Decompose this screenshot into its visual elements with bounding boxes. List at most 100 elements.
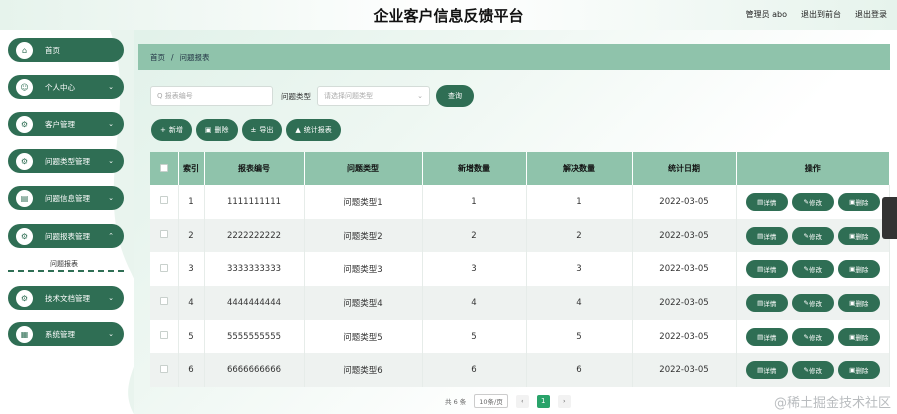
detail-label: 详情 [763,367,777,376]
logout-link[interactable]: 退出登录 [855,9,887,20]
prev-page-button[interactable]: ‹ [515,394,529,408]
sidebar-item-label: 问题类型管理 [45,156,90,166]
watermark: @稀土掘金技术社区 [773,396,891,411]
add-button[interactable]: + 新增 [153,121,190,139]
sidebar-item-4[interactable]: ▤ 问题信息管理 ⌄ [8,186,124,210]
search-row: Q 报表编号 问题类型 请选择问题类型 ⌄ 查询 [150,86,472,106]
delete-label: 删除 [855,198,869,207]
sidebar: ⌂ 首页 ☺ 个人中心 ⌄ ⚙ 客户管理 ⌄ ⚙ 问题类型管理 ⌄ ▤ 问题信息管理 ⌄ ⚙ 问题报表管理 ⌃ ⚙… [0,30,134,414]
sidebar-item-5[interactable]: ⚙ 问题报表管理 ⌃ [8,224,124,248]
action-label: 统计报表 [303,126,332,134]
delete-row-button[interactable]: ▣ 删除 [839,363,878,378]
cell-problem-type: 问题类型4 [304,286,423,320]
cell-problem-type: 问题类型6 [304,353,423,388]
delete-row-button[interactable]: ▣ 删除 [839,262,878,277]
select-all-header [150,152,179,185]
back-to-front-link[interactable]: 退出到前台 [801,9,841,20]
detail-button[interactable]: ▤ 详情 [747,295,786,310]
action-icon: + [160,126,166,134]
table-row: 3 3333333333 问题类型3 3 3 2022-03-05 ▤ 详情 ✎ 修改 ▣ 删除 [150,252,890,287]
cell-stat-date: 2022-03-05 [632,319,737,354]
page-size-select[interactable]: 10条/页 [474,394,508,408]
cell-stat-date: 2022-03-05 [632,185,737,219]
statistics-report-button[interactable]: ▲ 统计报表 [288,121,339,139]
admin-user-link[interactable]: 管理员 abo [746,9,787,20]
cell-added-count: 2 [422,218,527,253]
row-checkbox[interactable] [159,331,168,340]
row-checkbox[interactable] [159,196,168,205]
edit-button[interactable]: ✎ 修改 [793,194,832,209]
cell-solved-count: 4 [526,286,633,320]
sidebar-item-7[interactable]: ▦ 系统管理 ⌄ [8,322,124,346]
table-row: 1 1111111111 问题类型1 1 1 2022-03-05 ▤ 详情 ✎ 修改 ▣ 删除 [150,185,890,219]
chevron-icon: ⌄ [108,120,114,128]
row-checkbox[interactable] [159,297,168,306]
detail-button[interactable]: ▤ 详情 [747,329,786,344]
report-code-search-input[interactable]: Q 报表编号 [150,86,273,106]
edit-label: 修改 [808,232,822,241]
cell-operations: ▤ 详情 ✎ 修改 ▣ 删除 [736,218,890,253]
cell-index: 1 [178,185,205,219]
action-icon: ± [250,126,257,134]
cell-solved-count: 2 [526,218,633,253]
home-icon: ⌂ [16,41,33,59]
delete-row-button[interactable]: ▣ 删除 [839,228,878,243]
top-bar: 企业客户信息反馈平台 管理员 abo 退出到前台 退出登录 [0,0,897,30]
detail-button[interactable]: ▤ 详情 [747,363,786,378]
sidebar-item-0[interactable]: ⌂ 首页 [8,38,124,62]
select-all-checkbox[interactable] [159,163,168,172]
delete-row-button[interactable]: ▣ 删除 [839,295,878,310]
row-checkbox[interactable] [159,263,168,272]
sidebar-subitem-report[interactable]: 问题报表 [8,256,124,272]
cell-index: 3 [178,252,205,287]
row-checkbox[interactable] [159,230,168,239]
row-select-cell [150,185,179,219]
edit-button[interactable]: ✎ 修改 [793,262,832,277]
query-button[interactable]: 查询 [438,87,472,105]
page-number-current[interactable]: 1 [536,394,550,408]
sidebar-item-2[interactable]: ⚙ 客户管理 ⌄ [8,112,124,136]
edit-label: 修改 [808,367,822,376]
cell-index: 6 [178,353,205,388]
delete-button[interactable]: ▣ 删除 [197,121,236,139]
cell-added-count: 6 [422,353,527,388]
cell-operations: ▤ 详情 ✎ 修改 ▣ 删除 [736,286,890,320]
row-select-cell [150,353,179,388]
export-button[interactable]: ± 导出 [243,121,281,139]
sidebar-item-1[interactable]: ☺ 个人中心 ⌄ [8,75,124,99]
cell-problem-type: 问题类型5 [304,319,423,354]
edit-button[interactable]: ✎ 修改 [793,295,832,310]
row-checkbox[interactable] [159,364,168,373]
edit-button[interactable]: ✎ 修改 [793,363,832,378]
detail-label: 详情 [763,232,777,241]
detail-button[interactable]: ▤ 详情 [747,228,786,243]
detail-label: 详情 [763,299,777,308]
cell-problem-type: 问题类型1 [304,185,423,219]
breadcrumb-current: 问题报表 [179,52,210,62]
delete-row-button[interactable]: ▣ 删除 [839,194,878,209]
sidebar-item-6[interactable]: ⚙ 技术文档管理 ⌄ [8,286,124,310]
table-row: 2 2222222222 问题类型2 2 2 2022-03-05 ▤ 详情 ✎ 修改 ▣ 删除 [150,218,890,253]
cell-stat-date: 2022-03-05 [632,353,737,388]
sidebar-item-3[interactable]: ⚙ 问题类型管理 ⌄ [8,149,124,173]
detail-button[interactable]: ▤ 详情 [747,262,786,277]
cell-added-count: 5 [422,319,527,354]
sidebar-item-label: 问题信息管理 [45,193,90,203]
table-row: 5 5555555555 问题类型5 5 5 2022-03-05 ▤ 详情 ✎ 修改 ▣ 删除 [150,319,890,354]
edit-button[interactable]: ✎ 修改 [793,329,832,344]
cell-solved-count: 6 [526,353,633,388]
next-page-button[interactable]: › [557,394,571,408]
breadcrumb-home[interactable]: 首页 [150,52,165,63]
detail-button[interactable]: ▤ 详情 [747,194,786,209]
table-row: 6 6666666666 问题类型6 6 6 2022-03-05 ▤ 详情 ✎ 修改 ▣ 删除 [150,353,890,388]
problem-type-select[interactable]: 请选择问题类型 ⌄ [317,86,430,106]
breadcrumb-separator: / [171,52,174,62]
delete-row-button[interactable]: ▣ 删除 [839,329,878,344]
delete-label: 删除 [855,299,869,308]
cell-operations: ▤ 详情 ✎ 修改 ▣ 删除 [736,319,890,354]
gear-icon: ⚙ [16,227,33,245]
edit-button[interactable]: ✎ 修改 [793,228,832,243]
cell-report-code: 4444444444 [204,286,305,320]
sidebar-item-label: 客户管理 [45,119,75,129]
side-scroll-tab[interactable] [882,197,897,239]
